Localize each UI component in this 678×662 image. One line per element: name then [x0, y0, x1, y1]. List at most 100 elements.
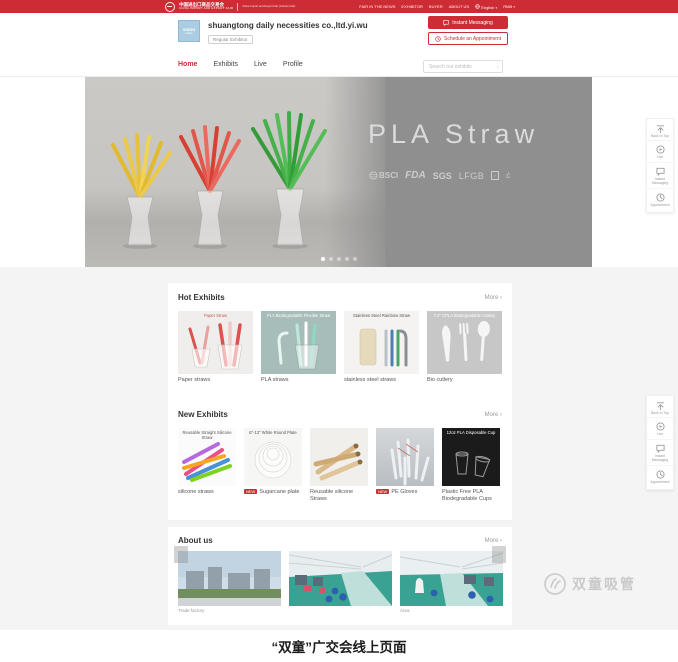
about-image-workshop-2[interactable]: Area [400, 551, 503, 613]
carousel-dot-5[interactable] [353, 257, 357, 261]
product-overlay-title: Stainless Steel Rainbow Straw [344, 313, 419, 318]
hot-exhibits-row: Paper Straw Paper straws PLA Biodegradab… [178, 311, 502, 384]
hot-product-bio-cutlery[interactable]: 7.2" CPLA Biodegradable Cutlery Bio cutl… [427, 311, 502, 384]
search-icon[interactable] [497, 64, 499, 70]
bsci-logo: BSCI [369, 171, 398, 180]
store-logo[interactable]: soton straw [178, 20, 200, 42]
clock-icon [656, 193, 665, 202]
nav-tab-exhibits[interactable]: Exhibits [213, 61, 238, 68]
topbar-link-exhibitor[interactable]: EXHIBITOR [401, 4, 423, 9]
canton-fair-brand[interactable]: 中国进出口商品交易会 CHINA IMPORT AND EXPORT FAIR … [165, 2, 295, 12]
live-icon [656, 422, 665, 431]
hot-product-paper-straws[interactable]: Paper Straw Paper straws [178, 311, 253, 384]
floating-toolbar-bottom: Back to Top Live Instant Messaging Appoi… [646, 395, 674, 490]
cert-seal-icon: ✓ [491, 171, 499, 180]
carousel-dot-2[interactable] [329, 257, 333, 261]
product-overlay-title: PLA Biodegradable Flexible Straw [261, 313, 336, 318]
store-logo-subtext: straw [185, 32, 192, 36]
hot-exhibits-title: Hot Exhibits [178, 293, 225, 302]
nav-tab-profile[interactable]: Profile [283, 61, 303, 68]
chat-icon [443, 20, 449, 26]
sgs-logo: SGS [433, 171, 452, 181]
new-product-sugarcane-plate[interactable]: 6"-12" White Round Plate NEW Sugarcane p… [244, 428, 302, 503]
product-caption: Sugarcane plate [259, 489, 299, 496]
hero-banner[interactable]: PLA Straw BSCI FDA SGS LFGB ✓ ċ [85, 77, 592, 267]
new-product-pla-cups[interactable]: 12oz PLA Disposable Cup Plastic Free PLA… [442, 428, 500, 503]
about-us-more-link[interactable]: More › [485, 538, 502, 544]
hot-exhibits-header: Hot Exhibits More › [178, 293, 502, 302]
about-image-factory-aerial[interactable]: Trade factory [178, 551, 281, 613]
appointment-side-button[interactable]: Appointment [647, 191, 673, 209]
live-button[interactable]: Live [647, 143, 673, 162]
new-product-pe-gloves[interactable]: NEW PE Gloves [376, 428, 434, 503]
topbar-link-about[interactable]: ABOUT US [449, 4, 469, 9]
schedule-appointment-button[interactable]: Schedule an Appointment [428, 32, 508, 45]
topbar-link-buyer[interactable]: BUYER [429, 4, 443, 9]
about-us-row: Trade factory Area [178, 551, 503, 613]
canton-fair-subtitle: China Import and Export Fair (Canton Fai… [242, 5, 295, 8]
arrow-up-icon [656, 124, 665, 133]
appointment-side-button[interactable]: Appointment [647, 468, 673, 486]
canton-fair-brand-text: 中国进出口商品交易会 CHINA IMPORT AND EXPORT FAIR [179, 3, 233, 11]
carousel-dots [321, 257, 357, 261]
new-product-silicone-straws[interactable]: Reusable Straight Silicone Straw silicon… [178, 428, 236, 503]
carousel-dot-3[interactable] [337, 257, 341, 261]
globe-icon [475, 4, 480, 9]
lfgb-logo: LFGB [459, 171, 485, 181]
carousel-dot-1[interactable] [321, 257, 325, 261]
hot-product-stainless-straws[interactable]: Stainless Steel Rainbow Straw stainless … [344, 311, 419, 384]
language-selector[interactable]: English ▾ [475, 4, 497, 10]
carousel-dot-4[interactable] [345, 257, 349, 261]
about-caption: Area [400, 608, 503, 613]
exhibits-card: Hot Exhibits More › Paper Straw Paper st… [168, 283, 512, 520]
nav-tab-home[interactable]: Home [178, 61, 197, 68]
fda-logo: FDA [405, 170, 426, 181]
hero-certifications: BSCI FDA SGS LFGB ✓ ċ [369, 170, 510, 181]
new-exhibits-title: New Exhibits [178, 410, 228, 419]
soton-watermark: 双童吸管 [543, 572, 636, 596]
product-caption: Paper straws [178, 377, 210, 384]
new-product-reusable-straws[interactable]: Reusable silicone Straws [310, 428, 368, 503]
product-overlay-title: 6"-12" White Round Plate [244, 430, 302, 435]
chat-icon [656, 167, 665, 176]
product-caption: Bio cutlery [427, 377, 453, 384]
soton-watermark-logo-icon [543, 572, 567, 596]
product-caption: Plastic Free PLA Biodegradable Cups [442, 489, 500, 503]
topbar-links: FAIR IN THE NEWS EXHIBITOR BUYER ABOUT U… [359, 4, 515, 10]
currency-selector[interactable]: RMB ▾ [503, 4, 515, 9]
new-exhibits-more-link[interactable]: More › [485, 412, 502, 418]
hero-title: PLA Straw [368, 119, 539, 150]
instant-messaging-side-button[interactable]: Instant Messaging [647, 165, 673, 189]
canton-fair-logo-icon [165, 2, 175, 12]
about-carousel-next[interactable] [492, 546, 506, 563]
screenshot-caption: “双童”广交会线上页面 [0, 636, 678, 656]
new-badge: NEW [244, 489, 257, 494]
topbar-link-news[interactable]: FAIR IN THE NEWS [359, 4, 395, 9]
topbar-divider [237, 3, 238, 11]
instant-messaging-button[interactable]: Instant Messaging [428, 16, 508, 29]
back-to-top-button[interactable]: Back to Top [647, 399, 673, 418]
bsci-globe-icon [369, 171, 378, 180]
search-input[interactable] [427, 63, 495, 71]
live-button[interactable]: Live [647, 420, 673, 439]
exhibitor-badge: Regular Exhibitor [208, 35, 253, 44]
hot-product-pla-straws[interactable]: PLA Biodegradable Flexible Straw PLA str… [261, 311, 336, 384]
product-caption: Reusable silicone Straws [310, 489, 368, 503]
arrow-up-icon [656, 401, 665, 410]
about-us-title: About us [178, 536, 213, 545]
about-carousel-prev[interactable] [174, 546, 188, 563]
nav-tab-live[interactable]: Live [254, 61, 267, 68]
about-us-card: About us More › Trade factory Area [168, 527, 512, 625]
instant-messaging-side-button[interactable]: Instant Messaging [647, 442, 673, 466]
product-caption: silicone straws [178, 489, 214, 496]
about-image-workshop-1[interactable] [289, 551, 392, 613]
clock-icon [435, 36, 441, 42]
hot-exhibits-more-link[interactable]: More › [485, 295, 502, 301]
new-badge: NEW [376, 489, 389, 494]
about-caption: Trade factory [178, 608, 281, 613]
clock-icon [656, 470, 665, 479]
company-name: shuangtong daily necessities co.,ltd.yi.… [208, 21, 368, 30]
product-caption: PE Gloves [391, 489, 417, 496]
product-overlay-title: Reusable Straight Silicone Straw [178, 430, 236, 440]
back-to-top-button[interactable]: Back to Top [647, 122, 673, 141]
